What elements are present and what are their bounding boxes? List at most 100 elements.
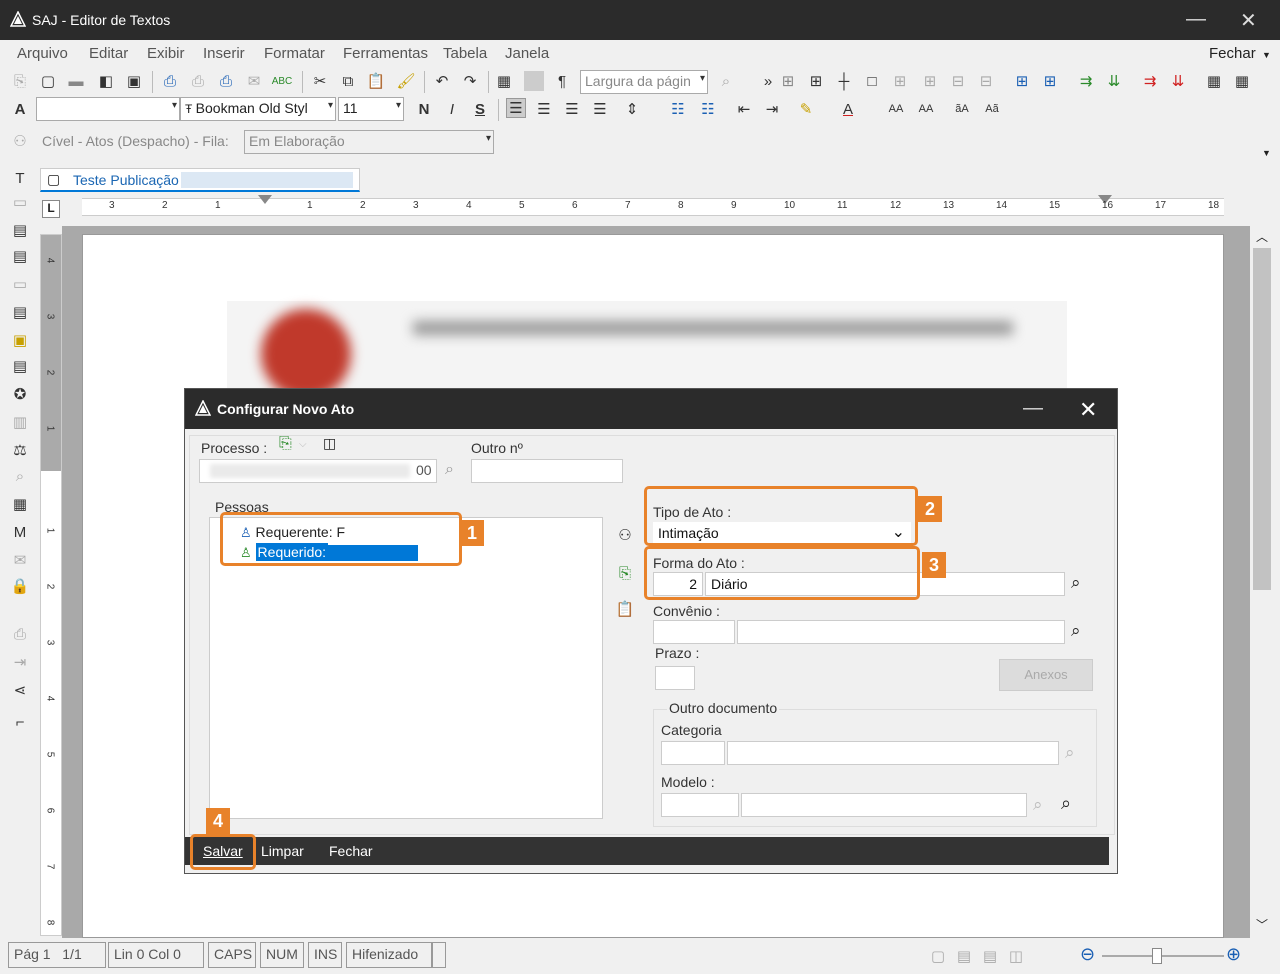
align-center-icon[interactable]: ☰ bbox=[534, 99, 554, 119]
form-icon[interactable]: ▭ bbox=[10, 192, 30, 212]
table-props-icon[interactable]: ▦ bbox=[1204, 71, 1224, 91]
view-print-icon[interactable]: ▢ bbox=[928, 946, 948, 966]
search-document-icon[interactable]: ⌕ bbox=[1061, 793, 1071, 814]
split-cells-icon[interactable]: ⊞ bbox=[1012, 71, 1032, 91]
insert-row-icon[interactable]: ⇉ bbox=[1076, 71, 1096, 91]
pilcrow-icon[interactable]: ¶ bbox=[552, 71, 572, 91]
vertical-scrollbar[interactable]: ︿ ﹀ bbox=[1250, 226, 1274, 938]
case-menu-icon[interactable]: Aã bbox=[982, 99, 1002, 119]
merge-cells-icon[interactable]: ⊞ bbox=[1040, 71, 1060, 91]
style-icon[interactable]: A bbox=[10, 99, 30, 119]
close-button[interactable]: ✕ bbox=[1240, 8, 1257, 33]
grid-icon[interactable] bbox=[524, 71, 544, 91]
processo-input[interactable]: 00 bbox=[199, 459, 437, 483]
new-from-icon[interactable]: ⎘ bbox=[10, 71, 30, 91]
style-combo[interactable]: ▾ bbox=[36, 97, 180, 121]
redo-icon[interactable]: ↷ bbox=[460, 71, 480, 91]
report-icon[interactable]: ▤ bbox=[10, 302, 30, 322]
new-document-icon[interactable]: ▢ bbox=[38, 71, 58, 91]
search-icon[interactable]: ⌕ bbox=[1033, 795, 1043, 815]
chevron-down-icon[interactable]: ⌵ bbox=[299, 439, 307, 450]
zoom-in-icon[interactable]: ⊕ bbox=[1226, 944, 1241, 965]
border-left-icon[interactable]: ⊞ bbox=[890, 71, 910, 91]
view-web-icon[interactable]: ▤ bbox=[954, 946, 974, 966]
award-icon[interactable]: ✪ bbox=[10, 384, 30, 404]
text-tool-icon[interactable]: T bbox=[10, 168, 30, 188]
menu-tabela[interactable]: Tabela bbox=[443, 45, 487, 62]
table-borders-icon[interactable]: ⊞ bbox=[778, 71, 798, 91]
remove-doc-icon[interactable]: ▤ bbox=[10, 356, 30, 376]
print-icon[interactable]: ⎙ bbox=[160, 71, 180, 91]
grow-font-icon[interactable]: AA bbox=[886, 99, 906, 119]
calendar-icon[interactable]: ▦ bbox=[10, 494, 30, 514]
font-combo[interactable]: Ŧ Bookman Old Styl ▾ bbox=[180, 97, 336, 121]
indent-marker[interactable] bbox=[258, 195, 272, 204]
align-left-icon[interactable]: ☰ bbox=[506, 98, 526, 118]
open-file-icon[interactable]: ◧ bbox=[96, 71, 116, 91]
zoom-slider-thumb[interactable] bbox=[1152, 948, 1162, 964]
print-setup-icon[interactable]: ⎙ bbox=[216, 71, 236, 91]
minimize-button[interactable]: — bbox=[1186, 8, 1206, 31]
doc-search-icon[interactable]: ⌕ bbox=[10, 466, 30, 486]
border-right-icon[interactable]: ⊞ bbox=[920, 71, 940, 91]
menu-formatar[interactable]: Formatar bbox=[264, 45, 325, 62]
flag-doc-icon[interactable]: ▣ bbox=[10, 330, 30, 350]
bullets-icon[interactable]: ☷ bbox=[668, 99, 688, 119]
spellcheck-icon[interactable]: ABC bbox=[272, 71, 293, 91]
add-person-icon[interactable]: ⚇ bbox=[615, 525, 635, 545]
menu-fechar[interactable]: Fechar bbox=[1209, 45, 1256, 62]
outro-numero-input[interactable] bbox=[471, 459, 623, 483]
chevron-up-icon[interactable]: ︿ bbox=[1256, 228, 1268, 245]
undo-icon[interactable]: ↶ bbox=[432, 71, 452, 91]
delete-col-icon[interactable]: ⇊ bbox=[1168, 71, 1188, 91]
paste-icon[interactable]: 📋 bbox=[366, 71, 386, 91]
doc-m-icon[interactable]: M bbox=[10, 522, 30, 542]
strike-button[interactable]: S bbox=[470, 99, 490, 119]
format-brush-icon[interactable]: ⌐ bbox=[10, 712, 30, 732]
border-outer-icon[interactable]: □ bbox=[862, 71, 882, 91]
table-select-icon[interactable]: ▦ bbox=[1232, 71, 1252, 91]
horizontal-ruler[interactable]: 3 2 1 1 2 3 4 5 6 7 8 9 10 11 12 13 14 15 16 17 18 bbox=[82, 195, 1224, 216]
view-outline-icon[interactable]: ▤ bbox=[980, 946, 1000, 966]
bold-button[interactable]: N bbox=[414, 99, 434, 119]
queue-combo[interactable]: Em Elaboração ▾ bbox=[244, 130, 494, 154]
tab-stop-selector[interactable]: L bbox=[42, 200, 60, 218]
border-inner-icon[interactable]: ┼ bbox=[834, 71, 854, 91]
copy-icon[interactable]: ⧉ bbox=[338, 71, 358, 91]
template-icon[interactable]: ▤ bbox=[10, 220, 30, 240]
modelo-input[interactable] bbox=[741, 793, 1027, 817]
search-icon[interactable]: ⌕ bbox=[1071, 621, 1081, 641]
print-preview-icon[interactable]: ⎙ bbox=[188, 71, 208, 91]
zoom-out-icon[interactable]: ⊖ bbox=[1080, 944, 1095, 965]
prazo-input[interactable] bbox=[655, 666, 695, 690]
dialog-close-button[interactable]: ✕ bbox=[1079, 397, 1097, 423]
menu-inserir[interactable]: Inserir bbox=[203, 45, 245, 62]
save-icon[interactable]: ▣ bbox=[124, 71, 144, 91]
indent-increase-icon[interactable]: ⇥ bbox=[762, 99, 782, 119]
share-icon[interactable]: ⋖ bbox=[10, 680, 30, 700]
document-list-icon[interactable]: ▤ bbox=[10, 246, 30, 266]
menu-editar[interactable]: Editar bbox=[89, 45, 128, 62]
menu-ferramentas[interactable]: Ferramentas bbox=[343, 45, 428, 62]
bars-icon[interactable]: ▥ bbox=[10, 412, 30, 432]
table-icon[interactable]: ▦ bbox=[494, 71, 514, 91]
lock-icon[interactable]: 🔒 bbox=[10, 576, 30, 596]
edit-person-icon[interactable]: ⎘ bbox=[615, 563, 635, 583]
comment-icon[interactable]: ▭ bbox=[10, 274, 30, 294]
categoria-input[interactable] bbox=[727, 741, 1059, 765]
insert-col-icon[interactable]: ⇊ bbox=[1104, 71, 1124, 91]
anexos-button[interactable]: Anexos bbox=[999, 659, 1093, 691]
modelo-code[interactable] bbox=[661, 793, 739, 817]
scroll-thumb[interactable] bbox=[1253, 248, 1271, 590]
search-icon[interactable]: ⌕ bbox=[1065, 743, 1075, 763]
border-all-icon[interactable]: ⊞ bbox=[806, 71, 826, 91]
font-color-icon[interactable]: A bbox=[838, 99, 858, 119]
menu-janela[interactable]: Janela bbox=[505, 45, 549, 62]
chevron-down-icon[interactable]: ﹀ bbox=[1256, 916, 1268, 933]
categoria-code[interactable] bbox=[661, 741, 725, 765]
search-icon[interactable]: ⌕ bbox=[716, 71, 736, 91]
mail-check-icon[interactable]: ✉ bbox=[10, 550, 30, 570]
fechar-button[interactable]: Fechar bbox=[329, 843, 373, 859]
menu-exibir[interactable]: Exibir bbox=[147, 45, 185, 62]
line-spacing-icon[interactable]: ⇕ bbox=[622, 99, 642, 119]
